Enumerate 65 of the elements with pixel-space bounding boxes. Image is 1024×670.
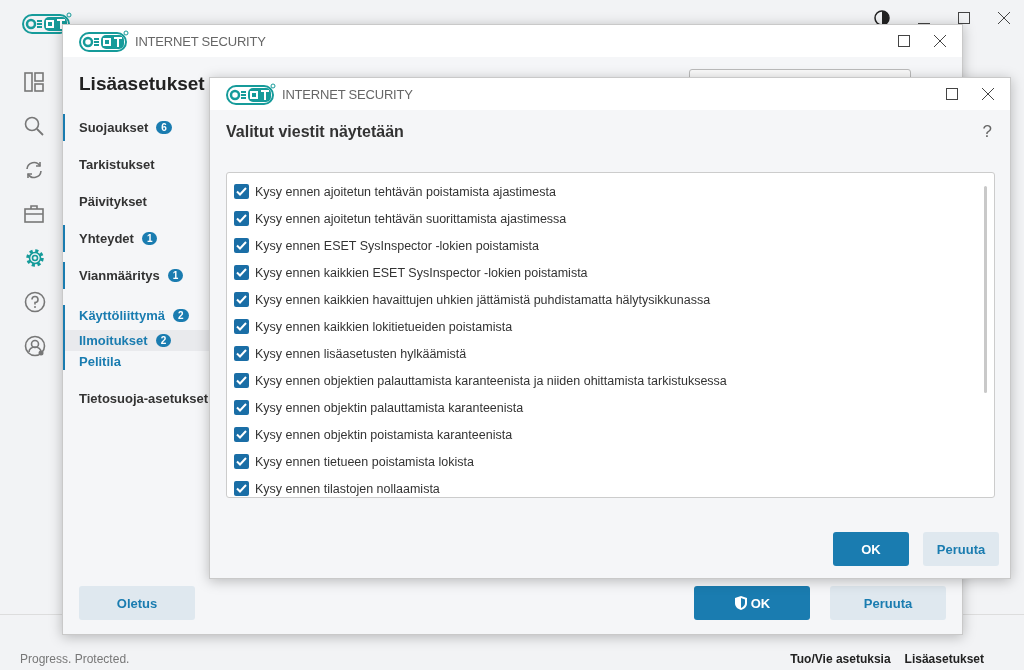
status-link[interactable]: Lisäasetukset [904, 652, 984, 666]
cancel-button[interactable]: Peruuta [923, 532, 999, 566]
nav-subitem[interactable]: Ilmoitukset 2 [63, 330, 211, 351]
close-icon[interactable] [998, 12, 1010, 24]
checkbox[interactable] [234, 238, 249, 253]
nav-subitem[interactable]: Pelitila [63, 351, 211, 372]
maximize-icon[interactable] [898, 35, 910, 47]
checkbox[interactable] [234, 211, 249, 226]
help-icon[interactable] [24, 290, 46, 313]
account-icon[interactable] [24, 334, 46, 357]
maximize-icon[interactable] [958, 12, 970, 24]
dashboard-icon[interactable] [24, 71, 44, 92]
count-badge: 6 [156, 121, 172, 134]
option-label[interactable]: Kysy ennen tietueen poistamista lokista [255, 454, 474, 469]
count-badge: 2 [155, 334, 172, 347]
option-label[interactable]: Kysy ennen lisäasetusten hylkäämistä [255, 346, 467, 361]
gear-icon[interactable] [24, 246, 46, 269]
default-button[interactable]: Oletus [79, 586, 195, 620]
window-title: INTERNET SECURITY [282, 86, 413, 102]
dialog-heading: Valitut viestit näytetään [226, 123, 405, 141]
ok-button[interactable]: OK [833, 532, 909, 566]
checkbox[interactable] [234, 400, 249, 415]
checkbox[interactable] [234, 346, 249, 361]
option-label[interactable]: Kysy ennen kaikkien ESET SysInspector -lokien poistamista [255, 265, 588, 280]
option-label[interactable]: Kysy ennen ESET SysInspector -lokien poistamista [255, 238, 539, 253]
nav-item[interactable]: Päivitykset [63, 183, 211, 220]
count-badge: 1 [141, 232, 158, 245]
logo-icon [79, 30, 129, 52]
ok-button[interactable]: OK [694, 586, 810, 620]
status-link[interactable]: Tuo/Vie asetuksia [790, 652, 891, 666]
checkbox[interactable] [234, 292, 249, 307]
refresh-icon[interactable] [24, 159, 44, 180]
close-icon[interactable] [934, 35, 946, 47]
scrollbar[interactable] [984, 186, 987, 393]
cancel-button[interactable]: Peruuta [830, 586, 946, 620]
checkbox[interactable] [234, 373, 249, 388]
close-icon[interactable] [982, 88, 994, 100]
checkbox[interactable] [234, 481, 249, 496]
nav-item[interactable]: Tietosuoja-asetukset [63, 380, 211, 417]
option-label[interactable]: Kysy ennen tilastojen nollaamista [255, 481, 440, 496]
option-label[interactable]: Kysy ennen kaikkien havaittujen uhkien jättämistä puhdistamatta hälytysikkunassa [255, 292, 711, 307]
logo-icon [226, 83, 276, 105]
checkbox[interactable] [234, 427, 249, 442]
checkbox[interactable] [234, 265, 249, 280]
shield-icon [733, 595, 748, 611]
option-label[interactable]: Kysy ennen objektin palauttamista karanteenista [255, 400, 524, 415]
checkbox[interactable] [234, 319, 249, 334]
option-label[interactable]: Kysy ennen kaikkien lokitietueiden poistamista [255, 319, 513, 334]
contrast-icon[interactable] [874, 10, 890, 26]
checkbox[interactable] [234, 454, 249, 469]
option-label[interactable]: Kysy ennen objektin poistamista karanteenista [255, 427, 513, 442]
window-title: INTERNET SECURITY [135, 33, 266, 49]
status-text: Progress. Protected. [20, 652, 130, 666]
option-label[interactable]: Kysy ennen ajoitetun tehtävän poistamista ajastimesta [255, 184, 556, 199]
count-badge: 1 [167, 269, 184, 282]
maximize-icon[interactable] [946, 88, 958, 100]
page-heading: Lisäasetukset [79, 73, 205, 95]
checkbox[interactable] [234, 184, 249, 199]
option-label[interactable]: Kysy ennen ajoitetun tehtävän suorittamista ajastimessa [255, 211, 567, 226]
search-icon[interactable] [24, 115, 44, 136]
count-badge: 2 [172, 308, 189, 322]
nav-item[interactable]: Tarkistukset [63, 146, 211, 183]
help-link[interactable]: ? [982, 122, 992, 142]
option-label[interactable]: Kysy ennen objektien palauttamista karanteenista ja niiden ohittamista tarkistuksessa [255, 373, 727, 388]
briefcase-icon[interactable] [24, 203, 44, 224]
